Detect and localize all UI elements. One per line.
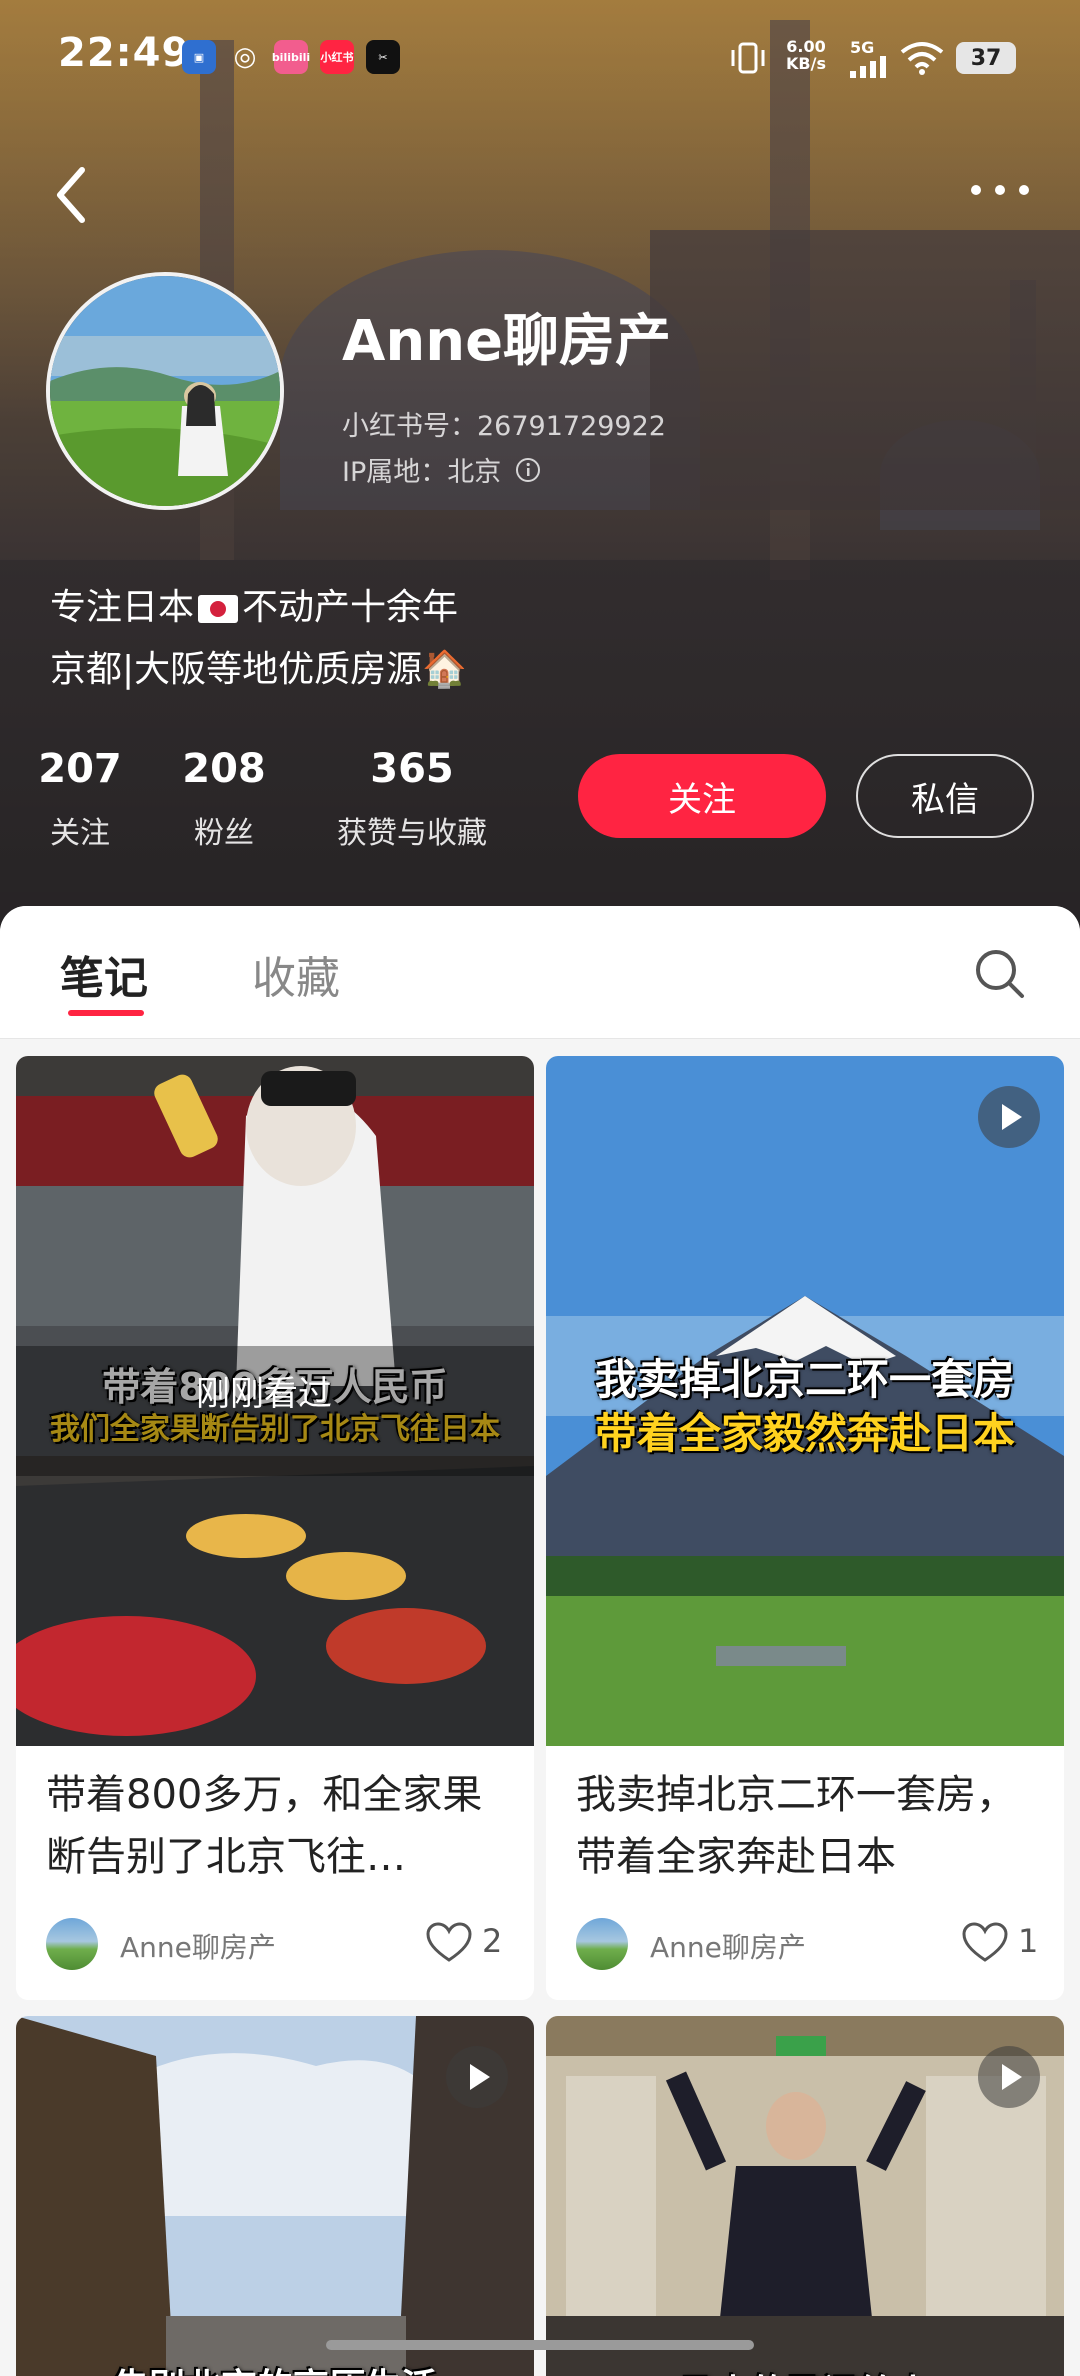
note-card[interactable]: 告别北京的高压生活	[16, 2016, 534, 2376]
capcut-icon: ✂	[366, 40, 400, 74]
stat-likes-value: 365	[370, 746, 454, 792]
note-card[interactable]: 带着800多万人民币 我们全家果断告别了北京飞往日本 刚刚看过 带着800多万，…	[16, 1056, 534, 2000]
home-indicator[interactable]	[326, 2340, 754, 2350]
net-speed: 6.00 KB/s	[786, 38, 826, 72]
bio-text-b: 不动产十余年	[242, 587, 459, 628]
video-play-icon	[978, 2046, 1040, 2108]
heart-icon[interactable]	[962, 1922, 1008, 1964]
like-count: 1	[1018, 1922, 1039, 1960]
note-card[interactable]: 我卖掉北京二环一套房 带着全家毅然奔赴日本 我卖掉北京二环一套房，带着全家奔赴日…	[546, 1056, 1064, 2000]
note-title: 带着800多万，和全家果断告别了北京飞往…	[46, 1772, 483, 1880]
profile-bio-line-2: 京都|大阪等地优质房源🏠	[50, 649, 467, 690]
ip-location: IP属地：北京	[342, 450, 541, 489]
tab-bar: 笔记 收藏	[0, 906, 1080, 1039]
stat-followers-label: 粉丝	[194, 816, 254, 851]
video-play-icon	[978, 1086, 1040, 1148]
cover-caption-yellow: 带着全家毅然奔赴日本	[594, 1409, 1015, 1458]
cover-caption-white: 我卖掉北京二环一套房	[594, 1355, 1015, 1404]
profile-bio-line-1: 专注日本 不动产十余年	[50, 578, 458, 630]
author-avatar	[576, 1918, 628, 1970]
battery-level: 37	[956, 42, 1016, 74]
network-type: 5G	[850, 38, 875, 57]
like-count: 2	[482, 1922, 503, 1960]
video-play-icon	[446, 2046, 508, 2108]
cover-caption-white: 告别北京的高压生活	[16, 2358, 534, 2376]
signal-icon	[850, 56, 886, 78]
profile-name: Anne聊房产	[342, 309, 672, 374]
note-cover-image: 带着800多万人民币 我们全家果断告别了北京飞往日本 刚刚看过	[16, 1056, 534, 1746]
content-panel: 笔记 收藏 带着800多万人民币 我们全家果断告别了北京飞往日本 刚刚看过 带着…	[0, 906, 1080, 2376]
stat-following-label: 关注	[50, 816, 110, 851]
notification-app-icon: ▣	[182, 40, 216, 74]
author-name: Anne聊房产	[650, 1931, 806, 1964]
status-bar: 22:49 ▣ ◎ bilibili 小红书 ✂ 6.00 KB/s 5G 37	[0, 0, 1080, 110]
tab-active-indicator	[68, 1010, 144, 1016]
author-name: Anne聊房产	[120, 1931, 276, 1964]
wifi-icon	[900, 42, 944, 75]
recently-viewed-badge: 刚刚看过	[196, 1374, 332, 1414]
cover-caption-white: 日本的民间给人	[546, 2364, 1064, 2376]
more-options-icon[interactable]	[960, 170, 1040, 210]
heart-icon[interactable]	[426, 1922, 472, 1964]
stat-following-value: 207	[38, 746, 122, 792]
net-speed-unit: KB/s	[786, 54, 826, 73]
note-cover-image: 我卖掉北京二环一套房 带着全家毅然奔赴日本	[546, 1056, 1064, 1746]
weibo-icon: ◎	[233, 42, 257, 72]
stat-followers-value: 208	[182, 746, 266, 792]
avatar-image	[50, 276, 280, 506]
info-icon[interactable]	[515, 457, 541, 483]
note-cover-image: 告别北京的高压生活	[16, 2016, 534, 2376]
profile-avatar[interactable]	[46, 272, 284, 510]
ip-location-text: IP属地：北京	[342, 457, 502, 488]
back-arrow-icon[interactable]	[44, 160, 104, 230]
japan-flag-icon	[198, 595, 239, 623]
vibrate-icon	[731, 42, 765, 74]
search-icon[interactable]	[972, 946, 1028, 1002]
xiaohongshu-icon: 小红书	[320, 40, 354, 74]
bilibili-icon: bilibili	[272, 40, 310, 74]
bio-text-a: 专注日本	[50, 587, 195, 628]
tab-favorites[interactable]: 收藏	[252, 942, 340, 1006]
stat-likes-label: 获赞与收藏	[337, 816, 487, 851]
net-speed-value: 6.00	[786, 37, 826, 56]
note-cover-image: 日本的民间给人	[546, 2016, 1064, 2376]
profile-id[interactable]: 小红书号：26791729922	[342, 404, 666, 443]
author-avatar	[46, 1918, 98, 1970]
message-button[interactable]: 私信	[856, 754, 1034, 838]
note-title: 我卖掉北京二环一套房，带着全家奔赴日本	[576, 1772, 1016, 1880]
follow-button[interactable]: 关注	[578, 754, 826, 838]
recently-viewed-overlay: 刚刚看过	[16, 1346, 534, 1476]
tab-notes[interactable]: 笔记	[60, 942, 148, 1006]
status-time: 22:49	[58, 30, 191, 76]
note-card[interactable]: 日本的民间给人	[546, 2016, 1064, 2376]
